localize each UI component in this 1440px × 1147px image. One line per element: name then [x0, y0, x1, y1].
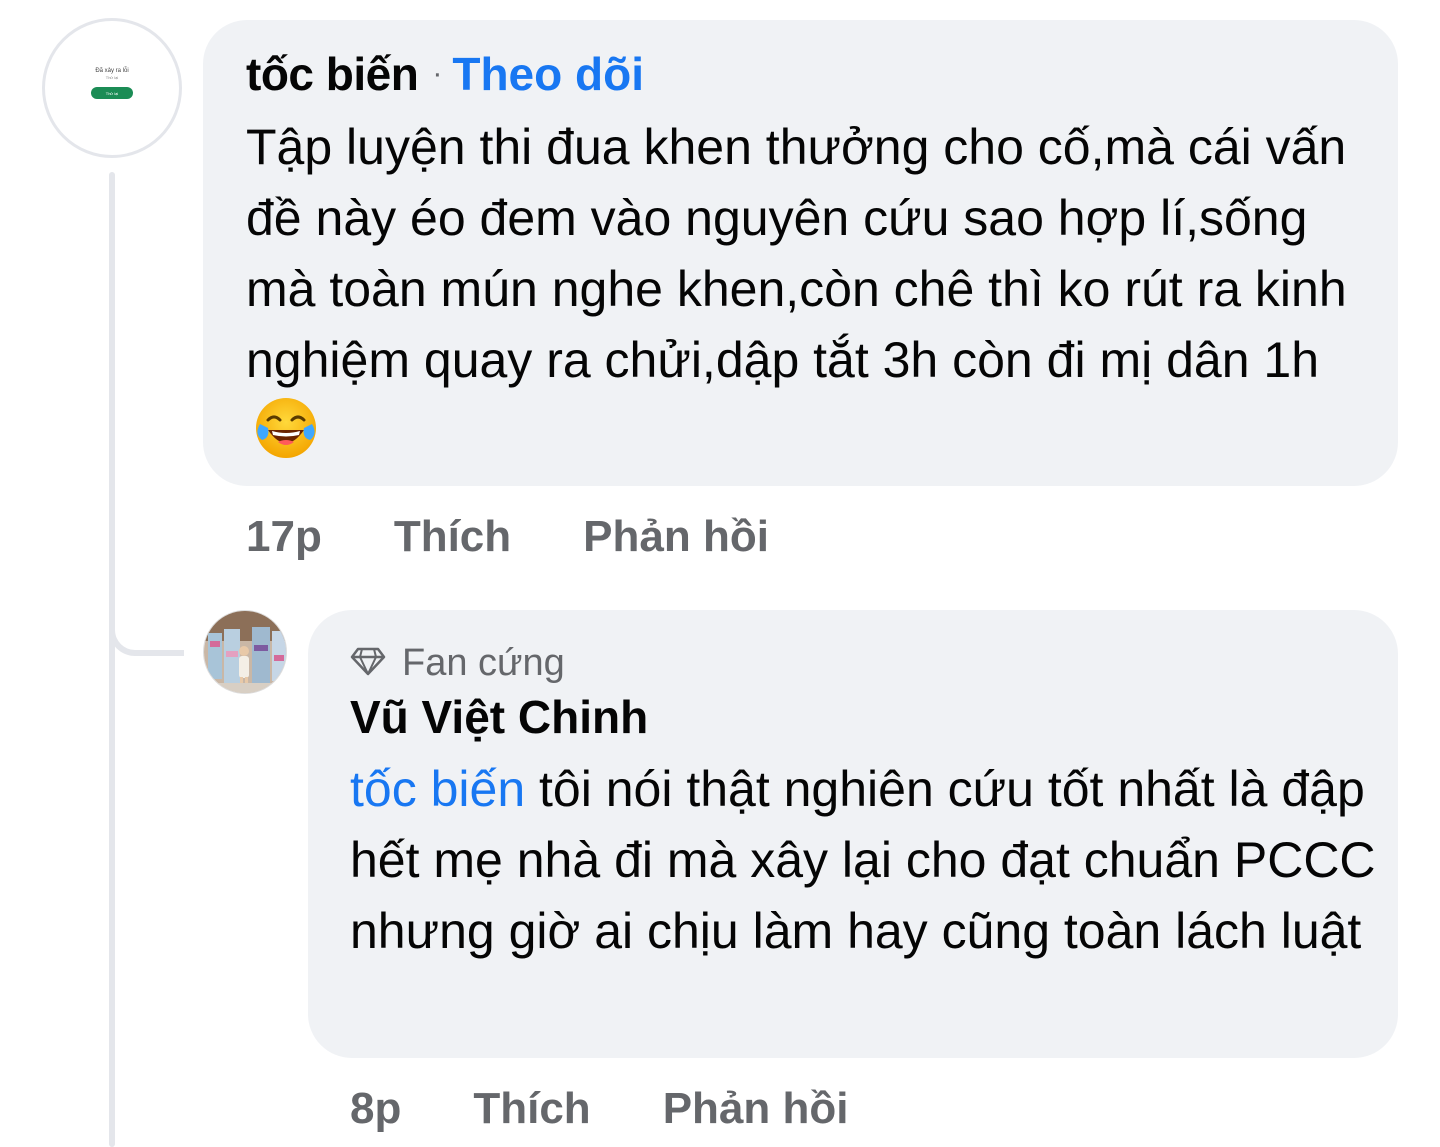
avatar-retry-button[interactable]: Thử lại: [91, 87, 133, 99]
comment-thread: Đã xảy ra lỗi Thử lại Thử lại tốc biến ·…: [0, 0, 1440, 1147]
comment-actions: 17p Thích Phản hồi: [246, 506, 769, 568]
comment-header: tốc biến · Theo dõi: [246, 46, 644, 102]
comment-text: Tập luyện thi đua khen thưởng cho cố,mà …: [246, 112, 1376, 467]
thread-line-vertical: [109, 172, 115, 1147]
comment-time: 17p: [246, 512, 322, 561]
avatar-error-subtitle: Thử lại: [105, 75, 119, 80]
avatar-error-title: Đã xảy ra lỗi: [95, 68, 129, 74]
separator-dot: ·: [432, 57, 443, 90]
reply-avatar[interactable]: [203, 610, 287, 694]
reply-button[interactable]: Phản hồi: [583, 512, 769, 562]
diamond-icon: [350, 646, 386, 681]
reply-reply-button[interactable]: Phản hồi: [663, 1084, 849, 1134]
reply-like-button[interactable]: Thích: [473, 1084, 590, 1134]
comment-text-content: Tập luyện thi đua khen thưởng cho cố,mà …: [246, 119, 1347, 388]
reply-actions: 8p Thích Phản hồi: [350, 1078, 848, 1140]
thread-line-branch: [109, 600, 184, 656]
comment-author[interactable]: tốc biến: [246, 47, 419, 101]
avatar[interactable]: Đã xảy ra lỗi Thử lại Thử lại: [42, 18, 182, 158]
reply-time: 8p: [350, 1084, 402, 1133]
reply-author[interactable]: Vũ Việt Chinh: [350, 690, 648, 748]
badge-label: Fan cứng: [402, 641, 565, 684]
fan-badge: Fan cứng: [350, 640, 565, 686]
reply-text: tốc biến tôi nói thật nghiên cứu tốt nhấ…: [350, 754, 1380, 967]
face-with-tears-of-joy-icon: [254, 396, 318, 460]
like-button[interactable]: Thích: [394, 512, 511, 562]
follow-button[interactable]: Theo dõi: [452, 47, 644, 101]
mention-link[interactable]: tốc biến: [350, 761, 525, 817]
